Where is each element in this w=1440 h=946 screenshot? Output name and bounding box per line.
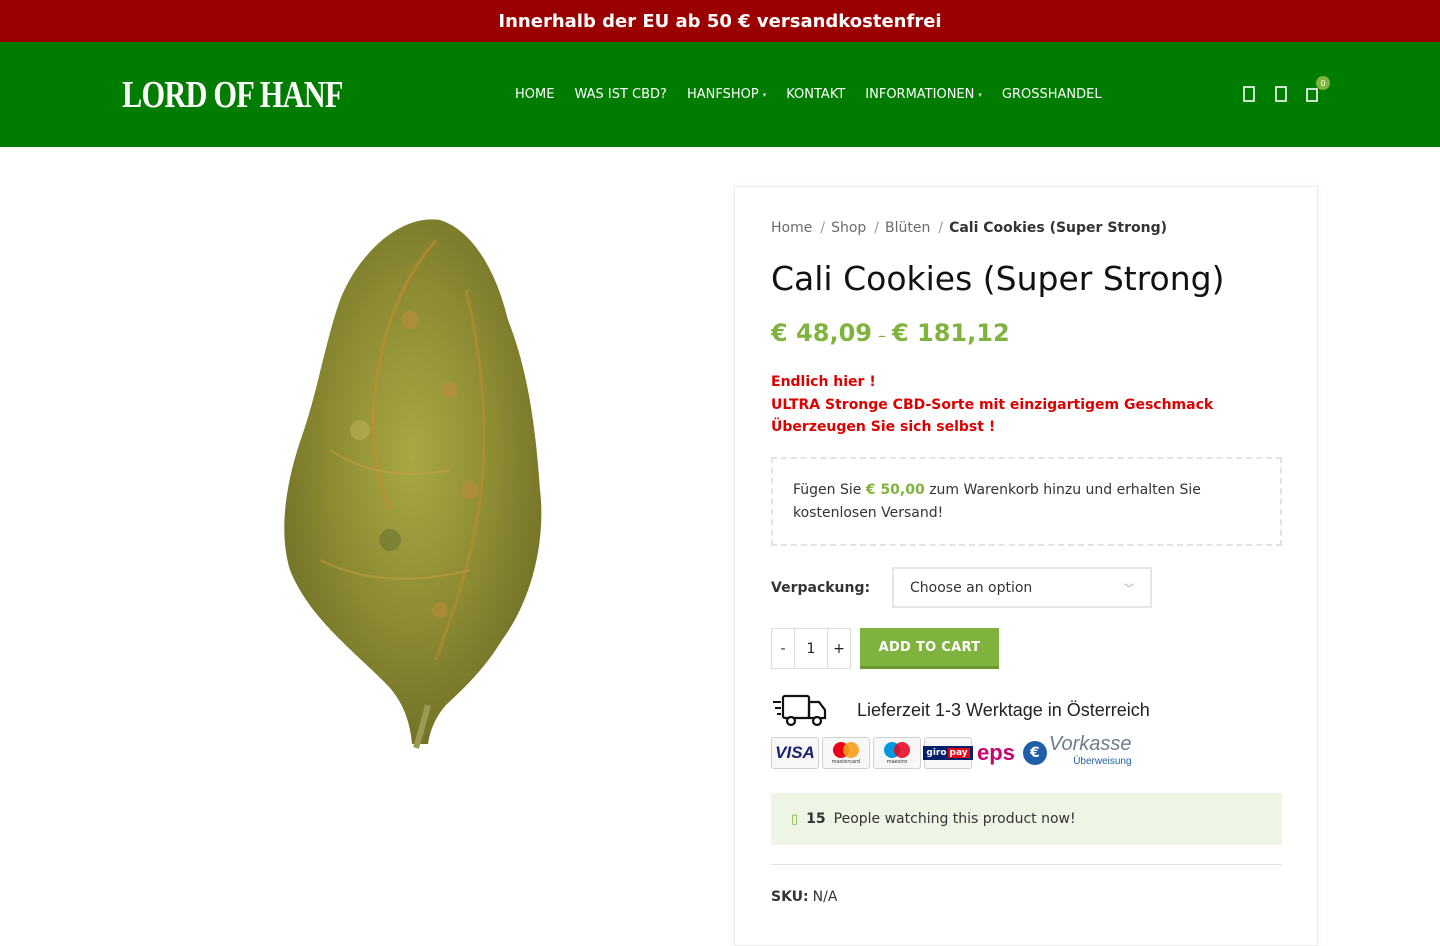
- site-header: LORD OF HANF HOME WAS IST CBD? HANFSHOP ▾…: [0, 42, 1440, 147]
- shipping-prefix: Fügen Sie: [793, 482, 862, 498]
- packaging-select[interactable]: Choose an option ﹀: [892, 567, 1152, 608]
- quantity-minus-button[interactable]: -: [771, 628, 795, 669]
- cart-count-badge: 0: [1316, 76, 1330, 90]
- nav-item-hanfshop[interactable]: HANFSHOP ▾: [677, 87, 776, 102]
- product-sku: SKU: N/A: [771, 889, 837, 905]
- nav-item-kontakt[interactable]: KONTAKT: [776, 87, 855, 102]
- breadcrumb-separator: /: [938, 220, 944, 236]
- variation-label-text: Verpackung: [771, 579, 865, 596]
- shipping-amount: € 50,00: [865, 482, 925, 498]
- breadcrumb-current: Cali Cookies (Super Strong): [949, 220, 1168, 236]
- sku-label: SKU:: [771, 889, 809, 905]
- product-summary: Home / Shop / Blüten / Cali Cookies (Sup…: [734, 186, 1318, 946]
- breadcrumb-separator: /: [820, 220, 826, 236]
- logo-wordmark: LORD OF HANF: [122, 74, 343, 116]
- product-title: Cali Cookies (Super Strong): [771, 259, 1225, 298]
- delivery-payment-banner: Lieferzeit 1-3 Werktage in Österreich VI…: [771, 687, 1161, 777]
- sku-value: N/A: [812, 889, 838, 905]
- quantity-input[interactable]: 1: [795, 628, 827, 669]
- account-icon[interactable]: [1270, 82, 1292, 106]
- people-watching-notice: ▯ 15 People watching this product now!: [771, 793, 1282, 845]
- breadcrumb-link-blueten[interactable]: Blüten: [885, 220, 930, 236]
- watching-text: People watching this product now!: [833, 811, 1076, 827]
- mastercard-circles-icon: [833, 742, 859, 758]
- chevron-down-icon: ▾: [978, 90, 982, 99]
- promo-bar: Innerhalb der EU ab 50 € versandkostenfr…: [0, 0, 1440, 42]
- cannabis-bud-image: [284, 219, 542, 749]
- nav-label: GROSSHANDEL: [1001, 87, 1102, 102]
- price-from: € 48,09: [771, 319, 872, 347]
- promo-line: Überzeugen Sie sich selbst !: [771, 419, 996, 435]
- header-icons: 0: [1238, 76, 1334, 106]
- add-to-cart-button[interactable]: ADD TO CART: [860, 628, 999, 669]
- giropay-logo: giro pay: [923, 737, 973, 769]
- mastercard-label: mastercard: [831, 759, 861, 765]
- free-shipping-notice: Fügen Sie € 50,00 zum Warenkorb hinzu un…: [771, 457, 1282, 546]
- nav-item-grosshandel[interactable]: GROSSHANDEL: [992, 87, 1112, 102]
- delivery-row: Lieferzeit 1-3 Werktage in Österreich: [771, 687, 1161, 733]
- variation-row: Verpackung: Choose an option ﹀: [771, 567, 1152, 608]
- price-to: € 181,12: [891, 319, 1010, 347]
- mastercard-logo: mastercard: [822, 737, 870, 769]
- chevron-down-icon: ﹀: [1124, 584, 1134, 595]
- maestro-circles-icon: [884, 742, 910, 758]
- giropay-pay-text: pay: [947, 748, 970, 758]
- watching-count: 15: [806, 811, 826, 827]
- breadcrumb-link-shop[interactable]: Shop: [831, 220, 866, 236]
- select-placeholder: Choose an option: [910, 579, 1033, 596]
- payment-methods: VISA mastercard maestro giro pay eps € Vo…: [771, 733, 1161, 771]
- nav-item-home[interactable]: HOME: [505, 87, 564, 102]
- delivery-truck-icon: [773, 694, 827, 727]
- nav-label: KONTAKT: [786, 87, 846, 102]
- chevron-down-icon: ▾: [762, 90, 767, 99]
- eps-logo: eps: [977, 740, 1015, 765]
- maestro-logo: maestro: [873, 737, 921, 769]
- nav-label: HOME: [515, 87, 555, 102]
- breadcrumb-separator: /: [874, 220, 879, 236]
- delivery-text: Lieferzeit 1-3 Werktage in Österreich: [857, 699, 1150, 720]
- breadcrumb: Home / Shop / Blüten / Cali Cookies (Sup…: [771, 220, 1167, 236]
- product-price: € 48,09– € 181,12: [771, 319, 1010, 347]
- promo-line: Endlich hier !: [771, 374, 876, 390]
- giropay-giro-text: giro: [926, 748, 947, 758]
- nav-label: INFORMATIONEN: [865, 87, 975, 102]
- site-logo[interactable]: LORD OF HANF: [122, 66, 374, 124]
- main-nav: HOME WAS IST CBD? HANFSHOP ▾ KONTAKT INFO…: [505, 42, 1112, 147]
- quantity-plus-button[interactable]: +: [827, 628, 851, 669]
- promo-bar-text: Innerhalb der EU ab 50 € versandkostenfr…: [498, 10, 942, 32]
- vorkasse-subtext: Überweisung: [1073, 756, 1132, 767]
- promo-line: ULTRA Stronge CBD-Sorte mit einzigartige…: [771, 396, 1214, 413]
- quantity-stepper: - 1 +: [771, 628, 851, 669]
- nav-item-was-ist-cbd[interactable]: WAS IST CBD?: [564, 87, 677, 102]
- maestro-label: maestro: [886, 759, 908, 765]
- nav-item-informationen[interactable]: INFORMATIONEN ▾: [855, 87, 992, 102]
- vorkasse-logo: € Vorkasse Überweisung: [1022, 733, 1132, 771]
- divider: [771, 864, 1282, 865]
- product-promo-text: Endlich hier ! ULTRA Stronge CBD-Sorte m…: [771, 371, 1213, 439]
- breadcrumb-link-home[interactable]: Home: [771, 220, 812, 236]
- variation-label: Verpackung:: [771, 579, 871, 596]
- eye-icon: ▯: [791, 811, 799, 827]
- cart-icon[interactable]: 0: [1302, 76, 1330, 106]
- euro-icon: €: [1022, 741, 1047, 765]
- nav-label: WAS IST CBD?: [574, 87, 667, 102]
- search-icon[interactable]: [1238, 82, 1260, 106]
- product-image[interactable]: [240, 200, 600, 760]
- vorkasse-text: Vorkasse: [1048, 733, 1132, 755]
- visa-logo: VISA: [771, 737, 819, 769]
- nav-label: HANFSHOP: [686, 87, 759, 102]
- price-dash: –: [877, 326, 886, 345]
